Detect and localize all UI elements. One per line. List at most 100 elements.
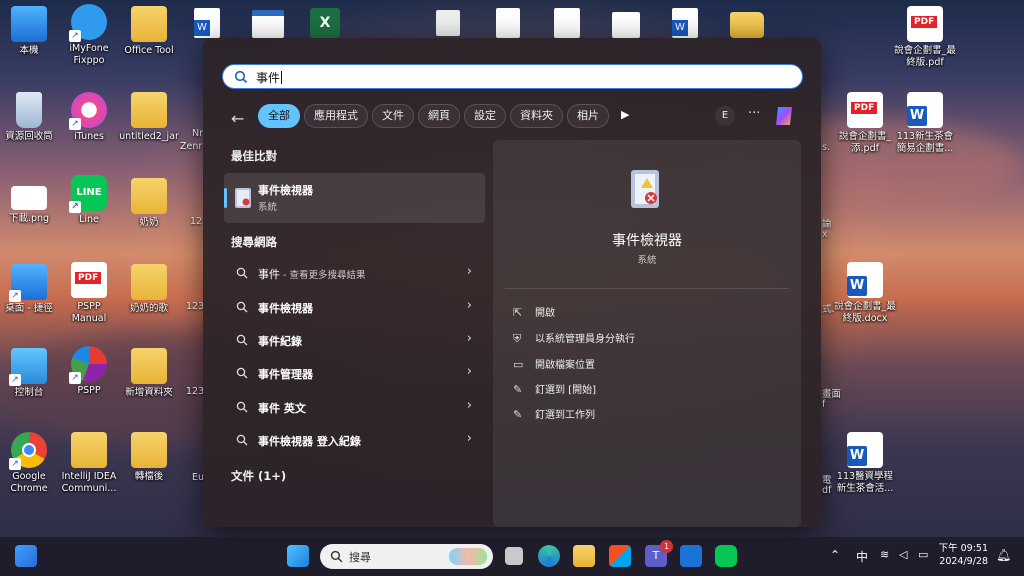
partial-label: 畫面	[822, 389, 842, 400]
filter-documents[interactable]: 文件	[372, 104, 414, 128]
partial-label: Zenr	[180, 141, 203, 152]
desktop-icon-new-folder[interactable]: 新增資料夾	[114, 348, 184, 399]
chevron-right-icon: ›	[466, 331, 472, 346]
clock-time: 下午 09:51	[938, 543, 988, 554]
wifi-icon[interactable]: ≋	[880, 548, 889, 561]
action-open-file-location[interactable]: ▭ 開啟檔案位置	[513, 356, 595, 376]
desktop-icon-medical-info-tea[interactable]: 113醫資學程新生茶會活...	[830, 432, 900, 495]
web-result-item[interactable]: 事件 英文 ›	[224, 392, 485, 422]
taskbar-search-box[interactable]: 搜尋	[320, 544, 493, 569]
clock[interactable]: 下午 09:51 2024/9/28	[939, 542, 988, 568]
notification-bell-icon[interactable]: 🔔︎	[996, 548, 1011, 562]
partial-label: 式.	[822, 304, 835, 315]
chart-file-icon[interactable]	[554, 8, 580, 38]
chevron-up-icon[interactable]: ⌃	[830, 548, 840, 562]
line-icon: LINE ↗	[69, 175, 107, 213]
action-open[interactable]: ⇱ 開啟	[513, 304, 555, 324]
desktop-icon-office-tool[interactable]: Office Tool	[114, 6, 184, 57]
taskbar-search-label: 搜尋	[349, 551, 371, 564]
web-search-title: 搜尋網路	[231, 235, 277, 249]
web-result-item[interactable]: 事件檢視器 ›	[224, 292, 485, 322]
word-doc-icon[interactable]: W	[672, 8, 698, 38]
edge-icon[interactable]	[538, 545, 560, 567]
filter-settings[interactable]: 設定	[464, 104, 506, 128]
pdf-icon: PDF	[71, 262, 107, 298]
excel-icon[interactable]: X	[310, 8, 340, 38]
search-highlight-icon	[449, 548, 487, 565]
search-input[interactable]: 事件	[222, 64, 803, 89]
back-arrow-icon[interactable]: ←	[231, 109, 244, 128]
task-view-icon[interactable]	[505, 547, 523, 565]
filter-web[interactable]: 網頁	[418, 104, 460, 128]
clock-date: 2024/9/28	[939, 556, 988, 567]
documents-title[interactable]: 文件 (1+)	[231, 468, 286, 484]
desktop-icon-converted[interactable]: 轉檔後	[114, 432, 184, 483]
web-result-item[interactable]: 事件檢視器 登入紀錄 ›	[224, 425, 485, 455]
chart-file-icon[interactable]	[612, 12, 640, 38]
desktop-icon-untitled2-jar[interactable]: untitled2_jar	[114, 92, 184, 143]
filter-folders[interactable]: 資料夾	[510, 104, 563, 128]
filter-apps[interactable]: 應用程式	[304, 104, 368, 128]
web-result-text: 事件管理器	[258, 368, 313, 381]
document-icon[interactable]	[252, 10, 284, 38]
itunes-icon: ↗	[69, 92, 107, 130]
desktop-icon-nainai-songs[interactable]: 奶奶的歌	[114, 264, 184, 315]
desktop-icon-nainai[interactable]: 奶奶	[114, 178, 184, 229]
web-result-text: 事件紀錄	[258, 335, 302, 348]
best-match-name: 事件檢視器	[258, 184, 313, 197]
more-options-button[interactable]: ···	[748, 106, 760, 121]
more-filters-play-icon[interactable]: ▶	[621, 108, 629, 121]
copilot-icon[interactable]	[772, 103, 798, 129]
pin-icon: ✎	[513, 408, 523, 421]
web-result-text: 事件 英文	[258, 402, 306, 415]
mail-icon[interactable]	[680, 545, 702, 567]
recycle-bin-icon	[16, 92, 42, 128]
image-file-icon	[11, 186, 47, 210]
battery-icon[interactable]: ▭	[918, 548, 928, 561]
chevron-right-icon: ›	[466, 398, 472, 413]
desktop-icon-plan-final-docx[interactable]: 說會企劃書_最終版.docx	[830, 262, 900, 325]
account-button[interactable]: E	[715, 106, 735, 126]
partial-label: Nr	[192, 128, 204, 139]
search-icon	[236, 334, 248, 346]
folder-icon	[131, 348, 167, 384]
volume-icon[interactable]: ◁	[899, 548, 907, 561]
web-result-item[interactable]: 事件管理器 ›	[224, 358, 485, 388]
pdf-icon: PDF	[907, 6, 943, 42]
line-taskbar-icon[interactable]	[715, 545, 737, 567]
teams-icon[interactable]: T 1	[645, 540, 673, 567]
chevron-right-icon: ›	[466, 298, 472, 313]
web-result-text: 事件檢視器 登入紀錄	[258, 435, 361, 448]
detail-app-kind: 系統	[637, 255, 657, 266]
best-match-item[interactable]: 事件檢視器 系統	[224, 173, 485, 223]
desktop-icon-tea-party-plan[interactable]: 113新生茶會簡易企劃書...	[890, 92, 960, 155]
ime-indicator[interactable]: 中	[856, 548, 868, 565]
control-panel-icon: ↗	[9, 348, 47, 386]
selection-indicator	[224, 188, 227, 208]
word-icon	[847, 262, 883, 298]
start-windows-icon[interactable]	[287, 545, 309, 567]
blank-file-icon[interactable]	[496, 8, 520, 38]
desktop-icon-plan-final-pdf[interactable]: PDF 說會企劃書_最終版.pdf	[890, 6, 960, 69]
action-pin-to-taskbar[interactable]: ✎ 釘選到工作列	[513, 406, 595, 426]
microsoft-store-icon[interactable]	[609, 545, 631, 567]
search-query: 事件	[256, 71, 283, 85]
chrome-icon: ↗	[9, 432, 47, 470]
widgets-icon[interactable]	[15, 545, 37, 567]
chevron-right-icon: ›	[466, 364, 472, 379]
action-run-as-admin[interactable]: ⛨ 以系統管理員身分執行	[513, 330, 635, 350]
partial-label: 123	[186, 386, 205, 397]
action-pin-to-start[interactable]: ✎ 釘選到 [開始]	[513, 381, 596, 401]
folder-icon[interactable]	[730, 12, 764, 38]
disc-icon[interactable]	[436, 10, 460, 36]
web-result-item[interactable]: 事件 - 查看更多搜尋結果 ›	[224, 258, 485, 288]
detail-app-name: 事件檢視器	[612, 233, 682, 249]
file-explorer-icon[interactable]	[573, 545, 595, 567]
web-result-item[interactable]: 事件紀錄 ›	[224, 325, 485, 355]
open-external-icon: ⇱	[513, 306, 523, 319]
pin-icon: ✎	[513, 383, 523, 396]
word-doc-icon[interactable]: W	[194, 8, 220, 38]
word-icon	[907, 92, 943, 128]
filter-all[interactable]: 全部	[258, 104, 300, 128]
filter-photos[interactable]: 相片	[567, 104, 609, 128]
